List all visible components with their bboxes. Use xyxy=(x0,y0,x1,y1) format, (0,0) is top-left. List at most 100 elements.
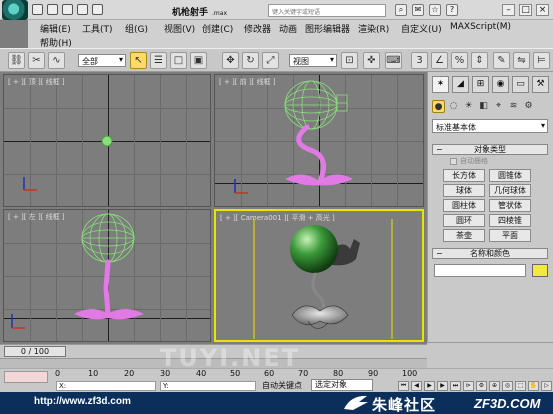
time-slider[interactable]: 0 / 100 xyxy=(0,344,427,358)
unlink-icon[interactable]: ✂ xyxy=(28,52,45,69)
utilities-tab-icon[interactable]: ⚒ xyxy=(532,76,549,93)
next-frame-icon[interactable]: ▶ xyxy=(437,381,448,391)
menu-modifiers[interactable]: 修改器 xyxy=(244,22,271,35)
x-coordinate-field[interactable]: X: xyxy=(56,381,156,391)
sphere-button[interactable]: 球体 xyxy=(443,184,485,197)
favorites-icon[interactable]: ☆ xyxy=(429,4,441,16)
viewport-left[interactable]: [ + ][ 左 ][ 线框 ] xyxy=(3,209,211,342)
plane-button[interactable]: 平面 xyxy=(489,229,531,242)
previous-frame-icon[interactable]: ◀ xyxy=(411,381,422,391)
menu-customize[interactable]: 自定义(U) xyxy=(401,22,442,35)
viewport-top[interactable]: [ + ][ 顶 ][ 线框 ] xyxy=(3,74,211,207)
y-coordinate-field[interactable]: Y: xyxy=(160,381,256,391)
menu-maxscript[interactable]: MAXScript(M) xyxy=(450,22,511,32)
menu-tools[interactable]: 工具(T) xyxy=(82,22,113,35)
helpers-category-icon[interactable]: ⌖ xyxy=(492,100,505,113)
percent-snap-icon[interactable]: % xyxy=(451,52,468,69)
menu-create[interactable]: 创建(C) xyxy=(202,22,233,35)
new-file-icon[interactable] xyxy=(32,4,43,15)
select-object-icon[interactable]: ↖ xyxy=(130,52,147,69)
menu-rendering[interactable]: 渲染(R) xyxy=(358,22,389,35)
viewport-front[interactable]: [ + ][ 前 ][ 线框 ] xyxy=(214,74,424,207)
pyramid-button[interactable]: 四棱锥 xyxy=(489,214,531,227)
communication-center-icon[interactable]: ✉ xyxy=(412,4,424,16)
undo-icon[interactable] xyxy=(77,4,88,15)
display-tab-icon[interactable]: ▭ xyxy=(512,76,529,93)
zoom-extents-icon[interactable]: ⊕ xyxy=(489,381,500,391)
align-icon[interactable]: ⊨ xyxy=(533,52,550,69)
geosphere-button[interactable]: 几何球体 xyxy=(489,184,531,197)
object-category-select[interactable]: 标准基本体 xyxy=(432,119,548,133)
menu-group[interactable]: 组(G) xyxy=(125,22,148,35)
search-input[interactable]: 键入关键字或短语 xyxy=(268,4,386,17)
redo-icon[interactable] xyxy=(92,4,103,15)
name-color-rollout[interactable]: − 名称和颜色 xyxy=(432,248,548,259)
systems-category-icon[interactable]: ⚙ xyxy=(522,100,535,113)
menu-graph-editors[interactable]: 图形编辑器 xyxy=(305,22,350,35)
open-file-icon[interactable] xyxy=(47,4,58,15)
track-bar[interactable] xyxy=(0,358,427,368)
help-icon[interactable]: ? xyxy=(446,4,458,16)
field-of-view-icon[interactable]: ▷ xyxy=(541,381,552,391)
go-to-start-icon[interactable]: ⏮ xyxy=(398,381,409,391)
hierarchy-tab-icon[interactable]: ⊞ xyxy=(472,76,489,93)
cone-button[interactable]: 圆锥体 xyxy=(489,169,531,182)
autogrid-checkbox[interactable]: 自动栅格 xyxy=(450,156,488,166)
app-logo-icon[interactable] xyxy=(2,0,28,20)
object-name-input[interactable] xyxy=(434,264,526,277)
close-button[interactable]: × xyxy=(536,4,549,16)
space-warps-category-icon[interactable]: ≋ xyxy=(507,100,520,113)
maximize-viewport-icon[interactable]: ⬚ xyxy=(515,381,526,391)
select-by-name-icon[interactable]: ☰ xyxy=(150,52,167,69)
cylinder-button[interactable]: 圆柱体 xyxy=(443,199,485,212)
edit-named-selection-icon[interactable]: ✎ xyxy=(493,52,510,69)
teapot-button[interactable]: 茶壶 xyxy=(443,229,485,242)
tube-button[interactable]: 管状体 xyxy=(489,199,531,212)
cameras-category-icon[interactable]: ◧ xyxy=(477,100,490,113)
maximize-button[interactable]: □ xyxy=(519,4,532,16)
orbit-icon[interactable]: ◎ xyxy=(502,381,513,391)
window-crossing-icon[interactable]: ▣ xyxy=(190,52,207,69)
angle-snap-icon[interactable]: ∠ xyxy=(431,52,448,69)
snaps-toggle-icon[interactable]: 3 xyxy=(411,52,428,69)
geometry-category-icon[interactable]: ● xyxy=(432,100,445,113)
box-button[interactable]: 长方体 xyxy=(443,169,485,182)
modify-tab-icon[interactable]: ◢ xyxy=(452,76,469,93)
menu-animation[interactable]: 动画 xyxy=(279,22,297,35)
search-icon[interactable]: ⌕ xyxy=(395,4,407,16)
watermark-url[interactable]: http://www.zf3d.com xyxy=(34,396,131,407)
selection-filter-select[interactable]: 全部 xyxy=(78,54,126,67)
auto-key-button[interactable]: 自动关键点 xyxy=(262,380,302,391)
minimize-button[interactable]: – xyxy=(502,4,515,16)
pan-view-icon[interactable]: ✋ xyxy=(528,381,539,391)
object-color-swatch[interactable] xyxy=(532,264,548,277)
play-icon[interactable]: ▶ xyxy=(424,381,435,391)
torus-button[interactable]: 圆环 xyxy=(443,214,485,227)
select-and-rotate-icon[interactable]: ↻ xyxy=(242,52,259,69)
reference-coordinate-select[interactable]: 视图 xyxy=(289,54,337,67)
time-config-icon[interactable]: ⚙ xyxy=(476,381,487,391)
rectangular-selection-icon[interactable]: □ xyxy=(170,52,187,69)
spinner-snap-icon[interactable]: ⇕ xyxy=(471,52,488,69)
object-type-rollout[interactable]: − 对象类型 xyxy=(432,144,548,155)
menu-edit[interactable]: 编辑(E) xyxy=(40,22,71,35)
go-to-end-icon[interactable]: ⏭ xyxy=(450,381,461,391)
maxscript-listener[interactable] xyxy=(4,371,48,383)
menu-views[interactable]: 视图(V) xyxy=(164,22,195,35)
mirror-icon[interactable]: ⇋ xyxy=(513,52,530,69)
lights-category-icon[interactable]: ☀ xyxy=(462,100,475,113)
viewport-camera[interactable]: [ + ][ Camera001 ][ 平滑 + 高光 ] xyxy=(214,209,424,342)
select-and-scale-icon[interactable]: ⤢ xyxy=(262,52,279,69)
bind-space-warp-icon[interactable]: ∿ xyxy=(48,52,65,69)
set-key-filter-select[interactable]: 选定对象 xyxy=(311,379,373,391)
create-tab-icon[interactable]: ✶ xyxy=(432,76,449,93)
keyboard-shortcut-override-icon[interactable]: ⌨ xyxy=(385,52,402,69)
key-mode-icon[interactable]: ⊳ xyxy=(463,381,474,391)
save-file-icon[interactable] xyxy=(62,4,73,15)
select-and-move-icon[interactable]: ✥ xyxy=(222,52,239,69)
time-slider-thumb[interactable]: 0 / 100 xyxy=(4,346,66,357)
shapes-category-icon[interactable]: ◌ xyxy=(447,100,460,113)
pivot-center-icon[interactable]: ⊡ xyxy=(341,52,358,69)
select-and-link-icon[interactable]: ⛓ xyxy=(8,52,25,69)
select-and-manipulate-icon[interactable]: ✜ xyxy=(363,52,380,69)
